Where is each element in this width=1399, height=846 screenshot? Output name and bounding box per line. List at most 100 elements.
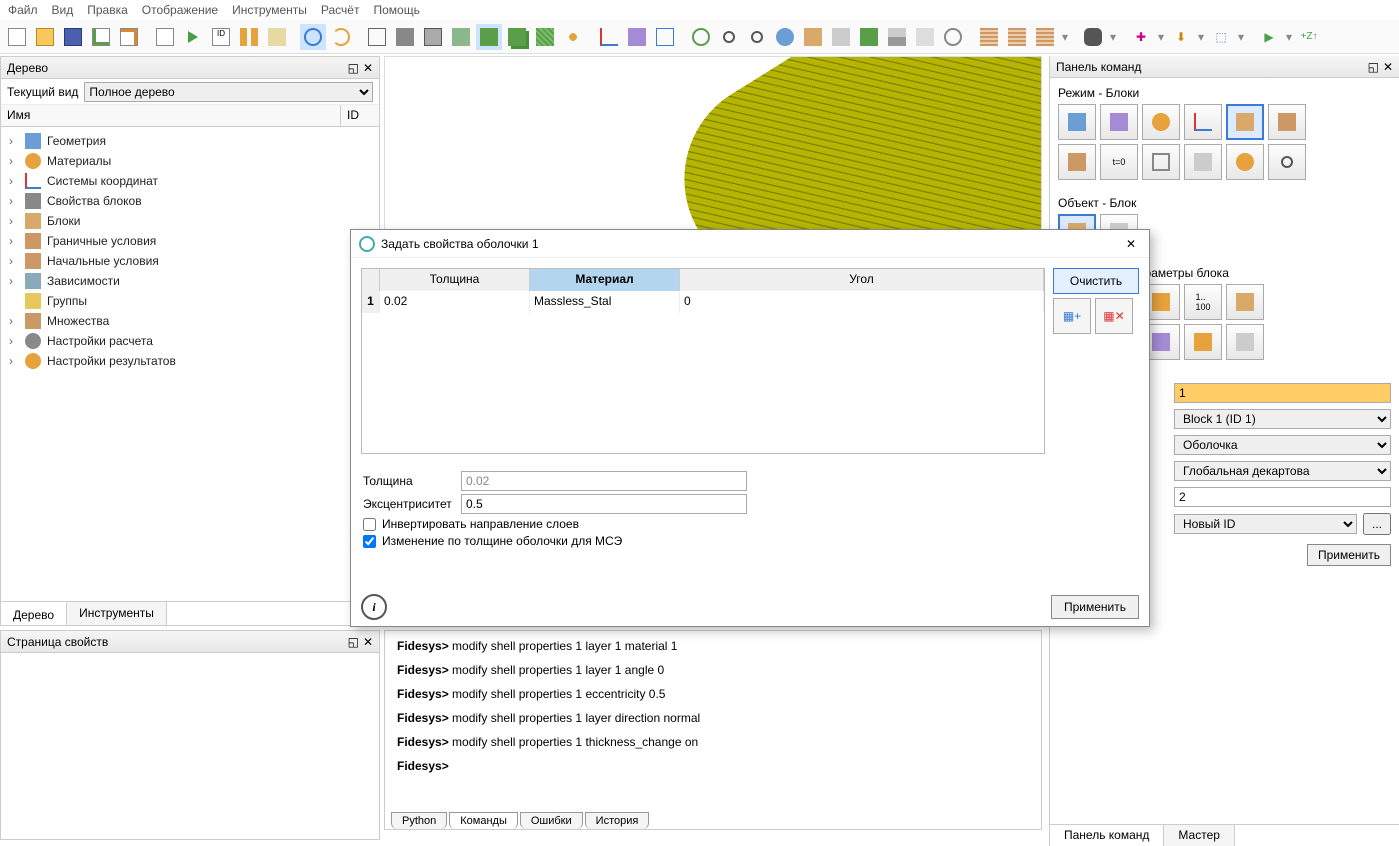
mode-geom-icon[interactable] [1058, 104, 1096, 140]
mode-bc-icon[interactable] [1058, 144, 1096, 180]
tab-errors[interactable]: Ошибки [520, 812, 583, 829]
mode-dep-icon[interactable] [1142, 144, 1180, 180]
new-icon[interactable] [4, 24, 30, 50]
menu-display[interactable]: Отображение [142, 3, 218, 17]
trans-cube-icon[interactable] [448, 24, 474, 50]
play-drop[interactable]: ▾ [1284, 30, 1294, 44]
menu-file[interactable]: Файл [8, 3, 38, 17]
tab-cmd-panel[interactable]: Панель команд [1050, 825, 1164, 846]
down-icon[interactable]: ⬇ [1168, 24, 1194, 50]
tree-node[interactable]: ›Материалы [9, 151, 371, 171]
console-output[interactable]: Fidesys> modify shell properties 1 layer… [385, 631, 1041, 807]
id-select[interactable]: Новый ID [1174, 514, 1357, 534]
menu-view[interactable]: Вид [52, 3, 74, 17]
close-icon[interactable]: ✕ [1121, 237, 1141, 251]
view-select[interactable]: Полное дерево [84, 82, 373, 102]
close-panel-icon[interactable]: ✕ [1383, 60, 1393, 74]
shaded-cube-icon[interactable] [392, 24, 418, 50]
save-icon[interactable] [60, 24, 86, 50]
tab-tree[interactable]: Дерево [1, 602, 67, 625]
axis-icon[interactable] [596, 24, 622, 50]
cell-thickness[interactable]: 0.02 [380, 291, 530, 313]
mesh-cube-icon[interactable] [532, 24, 558, 50]
tab-commands[interactable]: Команды [449, 812, 518, 829]
cube-wb-icon[interactable] [912, 24, 938, 50]
green-cubes-icon[interactable] [504, 24, 530, 50]
hatch1-icon[interactable] [976, 24, 1002, 50]
grid-icon[interactable] [884, 24, 910, 50]
tab-tools[interactable]: Инструменты [67, 602, 167, 625]
refresh-icon[interactable] [688, 24, 714, 50]
tree-body[interactable]: ›Геометрия ›Материалы ›Системы координат… [1, 127, 379, 601]
mode-t0-icon[interactable]: t=0 [1100, 144, 1138, 180]
mode-blocks-icon[interactable] [1226, 104, 1264, 140]
tree-node[interactable]: ›Геометрия [9, 131, 371, 151]
cell-angle[interactable]: 0 [680, 291, 1044, 313]
mode-search-icon[interactable] [1268, 144, 1306, 180]
persp-icon[interactable] [624, 24, 650, 50]
mode-res-icon[interactable] [1226, 144, 1264, 180]
tree-node[interactable]: ›Настройки результатов [9, 351, 371, 371]
cross-drop[interactable]: ▾ [1156, 30, 1166, 44]
thickness-change-checkbox[interactable] [363, 535, 376, 548]
mode-grid-icon[interactable] [1268, 104, 1306, 140]
tree-node[interactable]: Группы [9, 291, 371, 311]
run-id-icon[interactable]: ID [208, 24, 234, 50]
eccentricity-input[interactable] [461, 494, 747, 514]
hatch3-icon[interactable] [1032, 24, 1058, 50]
mode-calc-icon[interactable] [1184, 144, 1222, 180]
link-icon[interactable]: ⬚ [1208, 24, 1234, 50]
close-panel-icon[interactable]: ✕ [363, 61, 373, 75]
tree-node[interactable]: ›Системы координат [9, 171, 371, 191]
zoom-out-icon[interactable] [744, 24, 770, 50]
layers-table[interactable]: Толщина Материал Угол 1 0.02 Massless_St… [361, 268, 1045, 454]
menu-help[interactable]: Помощь [373, 3, 419, 17]
ruler-icon[interactable] [828, 24, 854, 50]
redo-icon[interactable] [328, 24, 354, 50]
menu-calc[interactable]: Расчёт [321, 3, 360, 17]
menu-edit[interactable]: Правка [87, 3, 128, 17]
scale-icon[interactable] [652, 24, 678, 50]
tree-node[interactable]: ›Граничные условия [9, 231, 371, 251]
tree-node[interactable]: ›Блоки [9, 211, 371, 231]
rotate-icon[interactable] [300, 24, 326, 50]
zoom-in-icon[interactable] [716, 24, 742, 50]
act5-icon[interactable] [1226, 284, 1264, 320]
hatch2-icon[interactable] [1004, 24, 1030, 50]
dialog-apply-button[interactable]: Применить [1051, 595, 1139, 619]
undock-icon[interactable]: ◱ [1368, 60, 1379, 74]
tab-wizard[interactable]: Мастер [1164, 825, 1235, 846]
play-icon[interactable]: ▶ [1256, 24, 1282, 50]
block-id-input[interactable] [1174, 383, 1391, 403]
down-drop[interactable]: ▾ [1196, 30, 1206, 44]
edit-icon[interactable] [264, 24, 290, 50]
export-icon[interactable] [88, 24, 114, 50]
wire-cube-icon[interactable] [364, 24, 390, 50]
script-icon[interactable] [152, 24, 178, 50]
link-drop[interactable]: ▾ [1236, 30, 1246, 44]
nodes-icon[interactable] [560, 24, 586, 50]
table-row[interactable]: 1 0.02 Massless_Stal 0 [362, 291, 1044, 313]
green-solid-icon[interactable] [856, 24, 882, 50]
circle-icon[interactable] [940, 24, 966, 50]
mode-cs-icon[interactable] [1184, 104, 1222, 140]
box-icon[interactable] [800, 24, 826, 50]
order-input[interactable] [1174, 487, 1391, 507]
green-cube-icon[interactable] [476, 24, 502, 50]
tree-node[interactable]: ›Настройки расчета [9, 331, 371, 351]
mode-mat-icon[interactable] [1142, 104, 1180, 140]
del-row-icon[interactable]: ▦✕ [1095, 298, 1133, 334]
act4-icon[interactable]: 1..100 [1184, 284, 1222, 320]
z-axis-icon[interactable]: +Z↑ [1296, 24, 1322, 50]
type-select[interactable]: Оболочка [1174, 435, 1391, 455]
mode-mesh-icon[interactable] [1100, 104, 1138, 140]
act10-icon[interactable] [1226, 324, 1264, 360]
add-row-icon[interactable]: ▦+ [1053, 298, 1091, 334]
thickness-input[interactable] [461, 471, 747, 491]
globe-icon[interactable] [772, 24, 798, 50]
invert-checkbox[interactable] [363, 518, 376, 531]
clear-button[interactable]: Очистить [1053, 268, 1139, 294]
apply-button[interactable]: Применить [1307, 544, 1391, 566]
cross-icon[interactable]: ✚ [1128, 24, 1154, 50]
menu-tools[interactable]: Инструменты [232, 3, 307, 17]
